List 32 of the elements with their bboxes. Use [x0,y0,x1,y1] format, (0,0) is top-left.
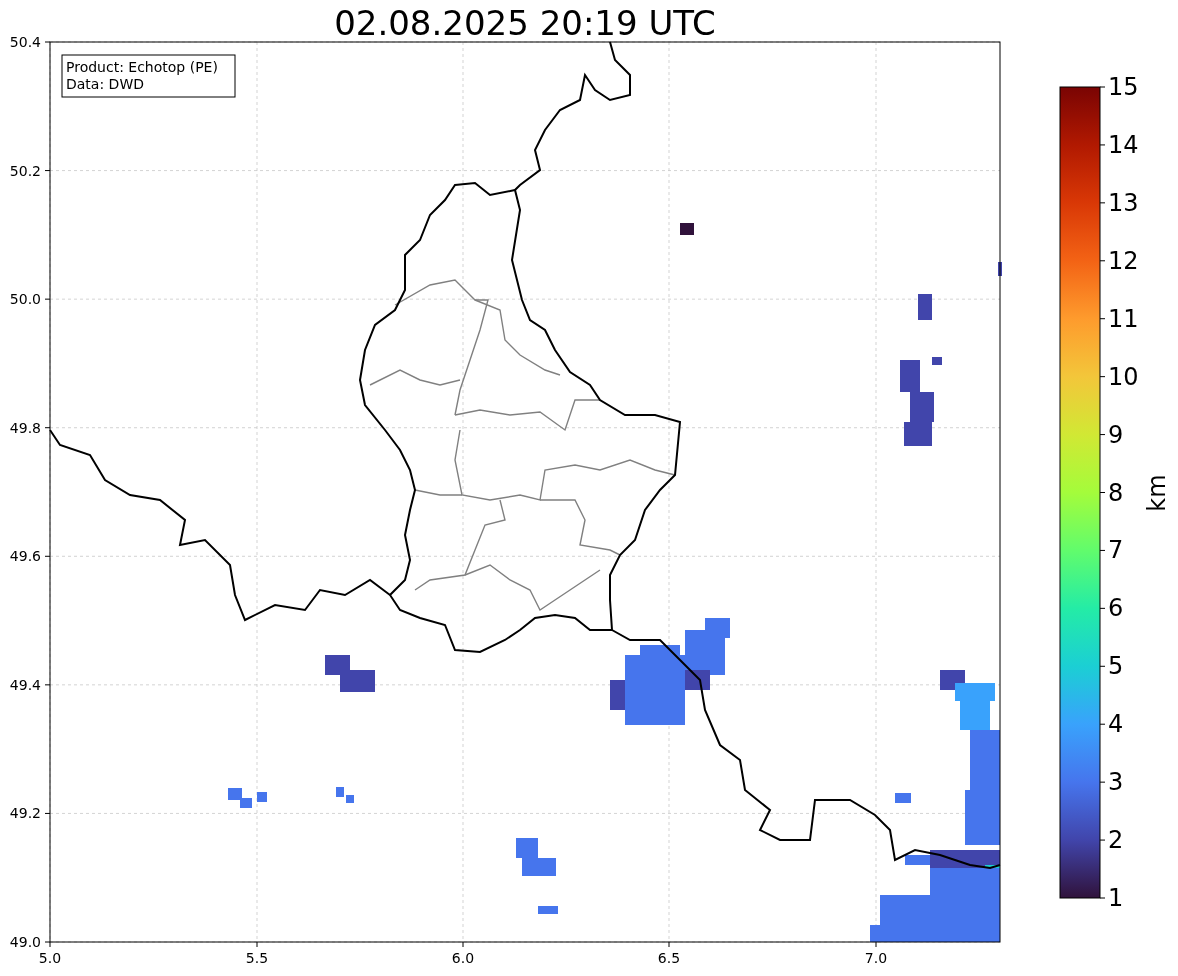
colorbar-tick-label: 3 [1108,768,1124,797]
x-tick-label: 6.0 [451,950,475,966]
y-tick-label: 50.2 [9,162,41,179]
colorbar-tick-label: 5 [1108,652,1124,681]
colorbar-tick-label: 2 [1108,826,1124,855]
colorbar-tick-label: 11 [1108,304,1139,333]
colorbar-tick-label: 13 [1108,188,1139,217]
colorbar-tick-label: 14 [1108,130,1139,159]
x-tick-label: 5.0 [38,950,62,966]
colorbar-tick-label: 4 [1108,710,1124,739]
colorbar-tick-label: 6 [1108,594,1124,623]
y-tick-label: 49.4 [9,676,41,693]
x-tick-label: 7.0 [864,950,888,966]
colorbar-tick-label: 10 [1108,362,1139,391]
legend-text: Data: DWD [66,76,144,92]
colorbar-tick-label: 9 [1108,420,1124,449]
x-tick-label: 5.5 [245,950,269,966]
y-tick-label: 49.0 [9,934,41,950]
legend-text: Product: Echotop (PE) [66,59,218,75]
colorbar-tick-label: 15 [1108,73,1139,101]
y-tick-label: 49.2 [9,805,41,822]
y-tick-label: 50.0 [9,291,41,308]
x-tick-label: 6.5 [657,950,681,966]
y-tick-label: 50.4 [9,34,41,50]
colorbar-tick-label: 7 [1108,536,1124,565]
colorbar-tick-label: 12 [1108,246,1139,275]
y-tick-label: 49.8 [9,419,41,436]
colorbar-tick-label: 1 [1108,884,1124,912]
colorbar-label: km [1143,474,1171,512]
plot-title: 02.08.2025 20:19 UTC [334,3,716,43]
colorbar-tick-label: 8 [1108,478,1124,507]
y-tick-label: 49.6 [9,548,41,565]
